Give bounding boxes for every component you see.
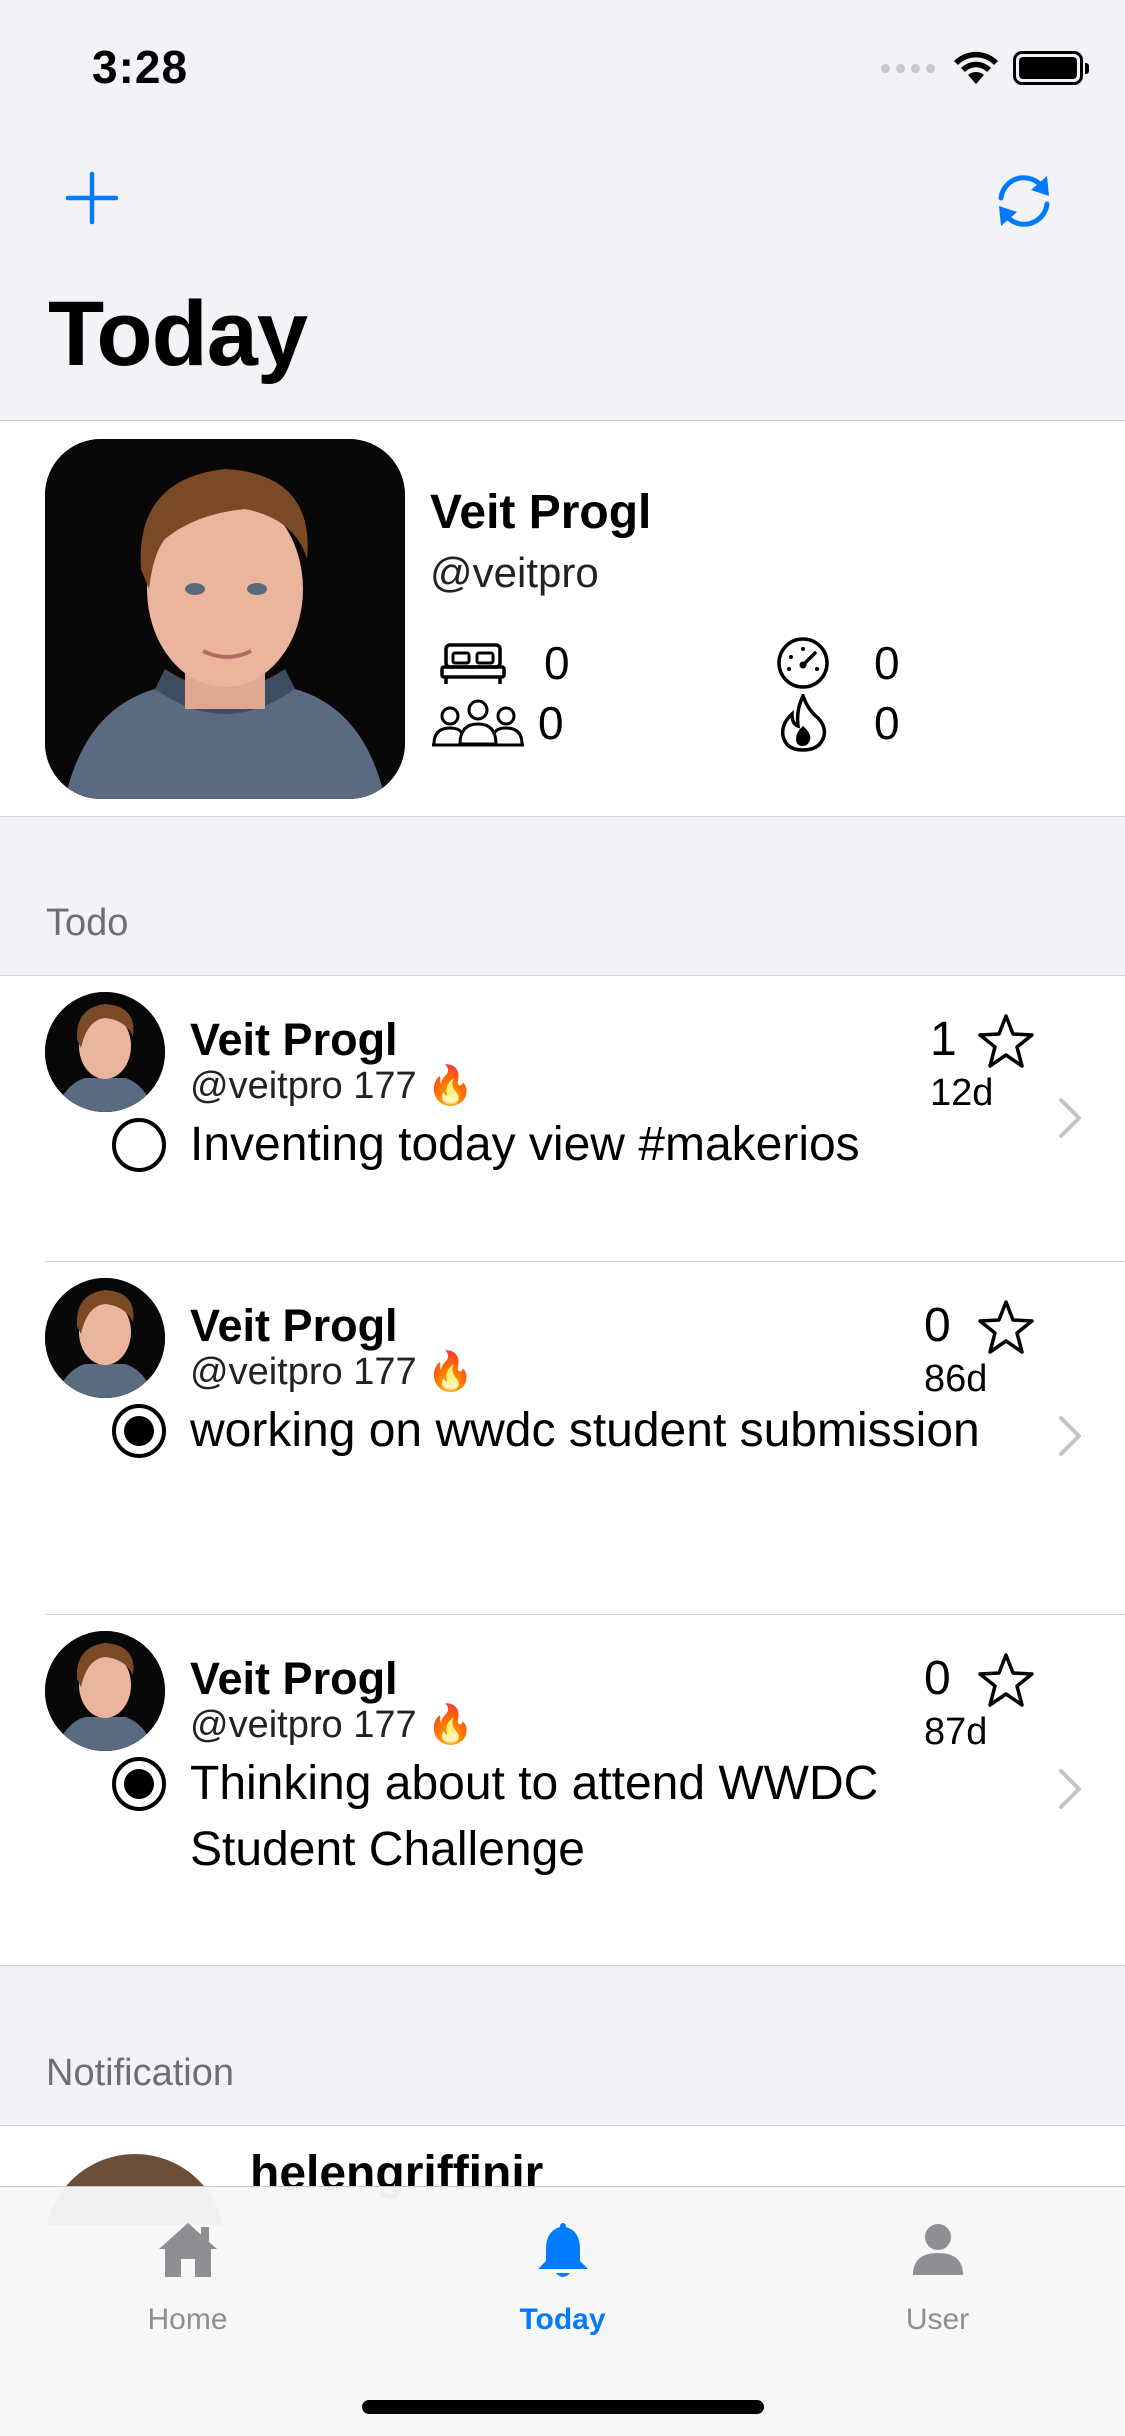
- todo-checkbox[interactable]: [112, 1404, 166, 1458]
- fire-emoji-icon: 🔥: [426, 1704, 474, 1746]
- todo-author-handle: @veitpro 177 🔥: [190, 1350, 474, 1394]
- todo-author-name: Veit Progl: [190, 1653, 398, 1704]
- todo-handle-text: @veitpro 177: [190, 1350, 417, 1393]
- todo-author-handle: @veitpro 177 🔥: [190, 1703, 474, 1747]
- star-icon[interactable]: [976, 1298, 1036, 1358]
- tab-user-label: User: [905, 2303, 970, 2336]
- todo-author-handle: @veitpro 177 🔥: [190, 1064, 474, 1108]
- house-icon: [158, 2223, 217, 2277]
- stat-speed: 0: [766, 635, 900, 691]
- tab-user[interactable]: User: [750, 2187, 1125, 2357]
- bed-icon: [436, 635, 510, 691]
- speedometer-icon: [766, 635, 840, 691]
- section-header-notification: Notification: [46, 2052, 234, 2094]
- todo-checkbox[interactable]: [112, 1757, 166, 1811]
- stat-bed: 0: [436, 635, 570, 691]
- todo-checkbox[interactable]: [112, 1118, 166, 1172]
- stat-people-value: 0: [538, 697, 564, 749]
- tab-bar: Home Today User: [0, 2186, 1125, 2436]
- home-indicator: [362, 2400, 764, 2414]
- star-icon[interactable]: [976, 1012, 1036, 1072]
- todo-text: Thinking about to attend WWDC Student Ch…: [190, 1757, 879, 1876]
- stat-bed-value: 0: [544, 637, 570, 689]
- todo-age: 12d: [930, 1072, 994, 1114]
- todo-row[interactable]: Veit Progl @veitpro 177 🔥 0 86d working …: [0, 1262, 1125, 1614]
- todo-row[interactable]: Veit Progl @veitpro 177 🔥 0 87d Thinking…: [0, 1615, 1125, 1967]
- page-title: Today: [48, 283, 308, 385]
- status-icons: [881, 50, 1089, 86]
- plus-icon[interactable]: [62, 168, 122, 228]
- todo-handle-text: @veitpro 177: [190, 1703, 417, 1746]
- todo-praise-count: 1: [930, 1013, 957, 1066]
- status-time: 3:28: [92, 41, 189, 93]
- stat-speed-value: 0: [874, 637, 900, 689]
- todo-text: Inventing today view #makerios: [190, 1118, 860, 1171]
- wifi-icon: [954, 51, 998, 84]
- profile-handle: @veitpro: [430, 549, 599, 596]
- todo-age: 87d: [924, 1711, 988, 1753]
- todo-praise-count: 0: [924, 1652, 951, 1705]
- todo-handle-text: @veitpro 177: [190, 1064, 417, 1107]
- tab-today[interactable]: Today: [375, 2187, 750, 2357]
- people-icon: [430, 695, 526, 751]
- profile-name: Veit Progl: [430, 486, 652, 539]
- avatar: [45, 992, 165, 1112]
- profile-card[interactable]: Veit Progl @veitpro 0 0 0 0: [0, 420, 1125, 817]
- chevron-right-icon: [1059, 1416, 1081, 1456]
- todo-author-name: Veit Progl: [190, 1014, 398, 1065]
- star-icon[interactable]: [976, 1651, 1036, 1711]
- stat-flame: 0: [766, 694, 900, 752]
- todo-age: 86d: [924, 1358, 988, 1400]
- todo-praise-count: 0: [924, 1299, 951, 1352]
- battery-icon: [1013, 51, 1089, 85]
- todo-author-name: Veit Progl: [190, 1300, 398, 1351]
- tab-home[interactable]: Home: [0, 2187, 375, 2357]
- todo-text: working on wwdc student submission: [190, 1404, 980, 1457]
- cellular-signal-icon: [881, 63, 935, 73]
- profile-photo: [45, 439, 405, 799]
- fire-emoji-icon: 🔥: [426, 1065, 474, 1107]
- bell-icon: [537, 2223, 588, 2277]
- section-header-todo: Todo: [46, 902, 129, 944]
- avatar: [45, 1278, 165, 1398]
- status-bar: 3:28: [0, 0, 1125, 132]
- todo-list: Veit Progl @veitpro 177 🔥 1 12d Inventin…: [0, 975, 1125, 1966]
- todo-row[interactable]: Veit Progl @veitpro 177 🔥 1 12d Inventin…: [0, 976, 1125, 1261]
- tab-today-label: Today: [519, 2303, 606, 2336]
- person-icon: [912, 2224, 963, 2275]
- stat-flame-value: 0: [874, 697, 900, 749]
- refresh-icon[interactable]: [991, 168, 1057, 234]
- chevron-right-icon: [1059, 1769, 1081, 1809]
- fire-emoji-icon: 🔥: [426, 1351, 474, 1393]
- tab-home-label: Home: [147, 2303, 228, 2336]
- chevron-right-icon: [1059, 1098, 1081, 1138]
- avatar: [45, 1631, 165, 1751]
- flame-icon: [766, 694, 840, 752]
- stat-people: 0: [430, 695, 564, 751]
